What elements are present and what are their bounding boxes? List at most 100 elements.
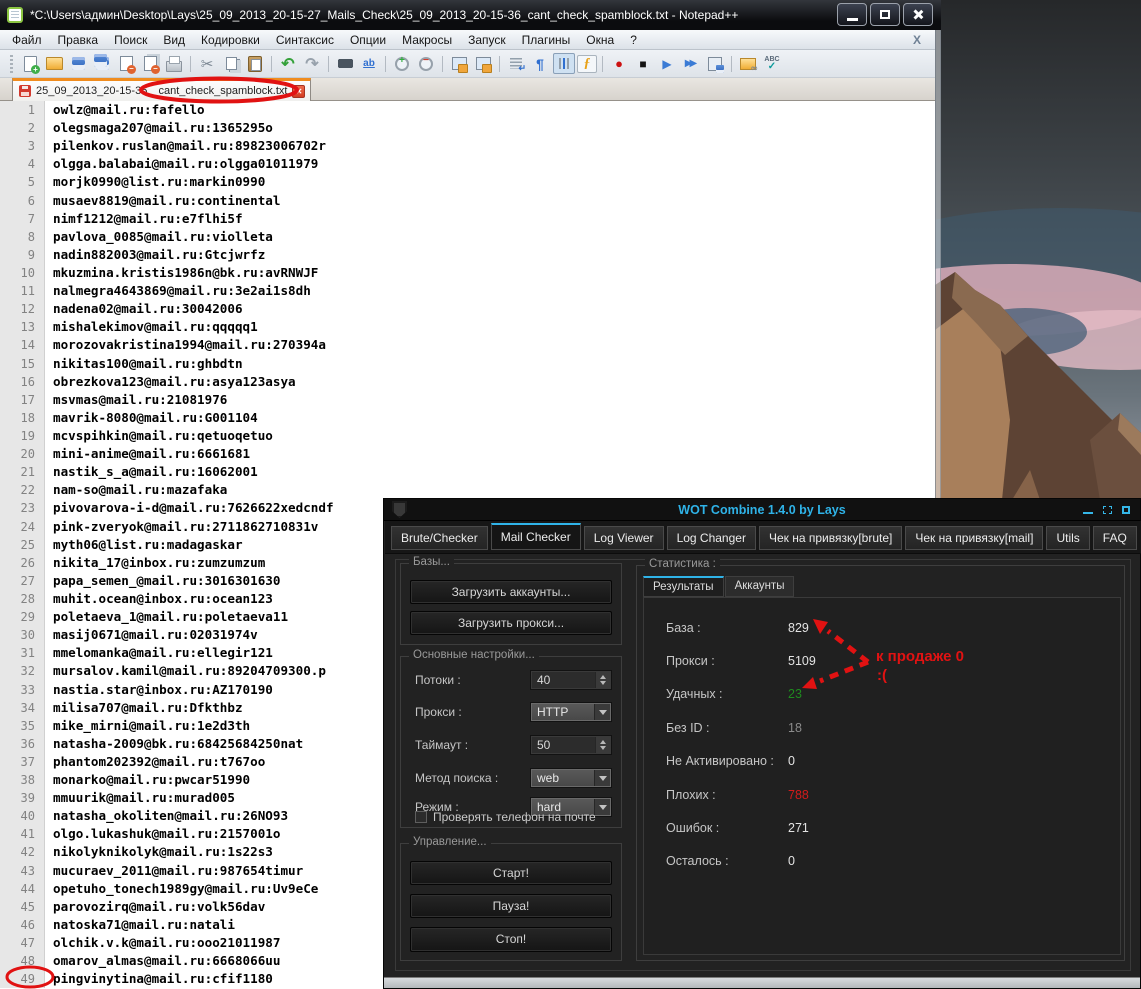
sync-scroll-h-icon[interactable] <box>472 53 494 74</box>
line-text: nikitas100@mail.ru:ghbdtn <box>53 355 243 371</box>
replace-icon[interactable]: ab <box>358 53 380 74</box>
find-icon[interactable] <box>334 53 356 74</box>
line-text: phantom202392@mail.ru:t767oo <box>53 753 266 769</box>
new-file-icon[interactable] <box>19 53 41 74</box>
stat-value: 271 <box>788 821 809 836</box>
menu-item[interactable]: Кодировки <box>193 31 268 49</box>
stop-macro-icon[interactable]: ■ <box>632 53 654 74</box>
menu-item[interactable]: Макросы <box>394 31 460 49</box>
line-text: monarko@mail.ru:pwcar51990 <box>53 772 251 788</box>
spellcheck-icon[interactable]: ABC <box>761 53 783 74</box>
dropdown-arrow-icon[interactable] <box>594 799 610 815</box>
minimize-button[interactable] <box>837 3 867 26</box>
stat-label: Удачных : <box>666 687 723 702</box>
line-text: mcvspihkin@mail.ru:qetuoqetuo <box>53 427 273 443</box>
notepad-titlebar[interactable]: *C:\Users\админ\Desktop\Lays\25_09_2013_… <box>0 0 941 30</box>
spinner-arrows-icon[interactable] <box>595 737 610 753</box>
save-icon[interactable] <box>67 53 89 74</box>
line-number <box>0 680 45 699</box>
threads-spinner[interactable]: 40 <box>530 670 612 690</box>
word-wrap-icon[interactable] <box>505 53 527 74</box>
editor-line: nikitas100@mail.ru:ghbdtn <box>0 354 935 373</box>
spinner-arrows-icon[interactable] <box>595 672 610 688</box>
paste-icon[interactable] <box>244 53 266 74</box>
record-macro-icon[interactable]: ● <box>608 53 630 74</box>
save-all-icon[interactable] <box>91 53 113 74</box>
sync-scroll-v-icon[interactable] <box>448 53 470 74</box>
wot-tab[interactable]: Log Viewer <box>583 526 664 550</box>
wot-tab[interactable]: Mail Checker <box>490 523 581 550</box>
editor-line: mavrik-8080@mail.ru:G001104 <box>0 408 935 427</box>
wot-tab[interactable]: Чек на привязку[mail] <box>905 526 1044 550</box>
line-text: mishalekimov@mail.ru:qqqqq1 <box>53 319 258 335</box>
pause-button[interactable]: Пауза! <box>410 894 612 918</box>
function-list-icon[interactable]: ƒ <box>577 54 597 73</box>
menu-item[interactable]: Окна <box>578 31 622 49</box>
wot-tab[interactable]: Utils <box>1046 526 1090 550</box>
dropdown-arrow-icon[interactable] <box>594 704 610 720</box>
wot-tab[interactable]: FAQ <box>1092 526 1137 550</box>
close-icon[interactable] <box>1122 506 1130 514</box>
restore-icon[interactable] <box>1103 506 1112 514</box>
run-macro-multi-icon[interactable]: ▶▶ <box>680 53 702 74</box>
zoom-out-icon[interactable] <box>415 53 437 74</box>
tab-accounts[interactable]: Аккаунты <box>724 576 795 597</box>
cut-icon[interactable]: ✂ <box>196 53 218 74</box>
open-folder-icon[interactable] <box>43 53 65 74</box>
load-accounts-button[interactable]: Загрузить аккаунты... <box>410 580 612 604</box>
menu-item[interactable]: Файл <box>4 31 50 49</box>
indent-guide-icon[interactable] <box>553 53 575 74</box>
toolbar-icon <box>499 55 500 72</box>
menu-item[interactable]: Вид <box>155 31 193 49</box>
stop-button[interactable]: Стоп! <box>410 927 612 952</box>
wot-window-controls <box>1073 505 1130 514</box>
proxy-type-dropdown[interactable]: HTTP <box>530 702 612 722</box>
wot-tab[interactable]: Log Changer <box>666 526 756 550</box>
tab-close-icon[interactable] <box>292 84 306 98</box>
tab-results[interactable]: Результаты <box>643 576 724 597</box>
wot-tab[interactable]: Brute/Checker <box>391 526 488 550</box>
save-macro-icon[interactable] <box>704 53 726 74</box>
copy-icon[interactable] <box>220 53 242 74</box>
editor-line: pavlova_0085@mail.ru:violleta <box>0 227 935 246</box>
menu-item[interactable]: Синтаксис <box>268 31 342 49</box>
toolbar-icon <box>385 55 386 72</box>
plugins-icon[interactable] <box>737 53 759 74</box>
search-method-dropdown[interactable]: web <box>530 768 612 788</box>
close-file-icon[interactable] <box>115 53 137 74</box>
maximize-button[interactable] <box>870 3 900 26</box>
timeout-spinner[interactable]: 50 <box>530 735 612 755</box>
wot-titlebar[interactable]: WOT Combine 1.4.0 by Lays <box>384 499 1140 521</box>
menu-close-icon[interactable]: X <box>913 33 921 47</box>
redo-icon[interactable]: ↷ <box>301 53 323 74</box>
close-all-icon[interactable] <box>139 53 161 74</box>
play-macro-icon[interactable]: ▶ <box>656 53 678 74</box>
line-text: pink-zveryok@mail.ru:2711862710831v <box>53 518 319 534</box>
start-button[interactable]: Старт! <box>410 861 612 885</box>
menu-item[interactable]: Плагины <box>514 31 579 49</box>
menu-item[interactable]: Поиск <box>106 31 155 49</box>
print-icon[interactable] <box>163 53 185 74</box>
line-number <box>0 879 45 898</box>
dropdown-arrow-icon[interactable] <box>594 770 610 786</box>
line-number <box>0 481 45 500</box>
line-text: msvmas@mail.ru:21081976 <box>53 391 228 407</box>
wot-bottom-frame <box>384 977 1140 988</box>
document-tab[interactable]: 25_09_2013_20-15-36_ cant_check_spamblock… <box>12 78 312 101</box>
show-symbols-icon[interactable]: ¶ <box>529 53 551 74</box>
undo-icon[interactable]: ↶ <box>277 53 299 74</box>
check-phone-checkbox[interactable] <box>415 811 427 823</box>
close-button[interactable] <box>903 3 933 26</box>
line-number <box>0 445 45 464</box>
load-proxy-button[interactable]: Загрузить прокси... <box>410 611 612 635</box>
menu-item[interactable]: ? <box>622 31 645 49</box>
menu-item[interactable]: Правка <box>50 31 107 49</box>
stat-row: Ошибок : 271 <box>644 811 1120 844</box>
zoom-in-icon[interactable] <box>391 53 413 74</box>
wot-tab[interactable]: Чек на привязку[brute] <box>758 526 903 550</box>
check-phone-row: Проверять телефон на почте <box>415 810 596 824</box>
tab-label-circled: cant_check_spamblock.txt <box>158 85 288 97</box>
menu-item[interactable]: Опции <box>342 31 394 49</box>
menu-item[interactable]: Запуск <box>460 31 514 49</box>
minimize-icon[interactable] <box>1083 505 1093 514</box>
